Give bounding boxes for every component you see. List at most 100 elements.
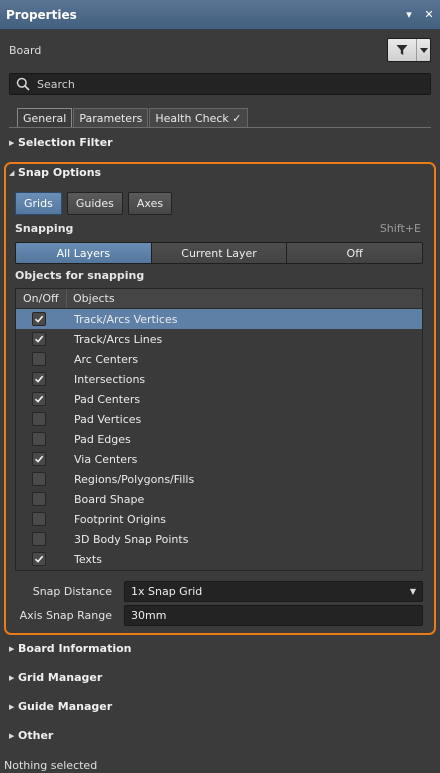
table-row[interactable]: Pad Vertices [16, 409, 422, 429]
snap-object-checkbox[interactable] [32, 332, 46, 346]
checkmark-icon [34, 395, 44, 403]
tab-general[interactable]: General [17, 108, 73, 128]
current-layer-label: Current Layer [181, 246, 257, 260]
panel-title: Properties [6, 7, 77, 22]
checkmark-icon [34, 335, 44, 343]
current-layer-button[interactable]: Current Layer [151, 243, 288, 263]
axes-label: Axes [136, 197, 164, 210]
tab-strip: General Parameters Health Check ✓ [17, 108, 249, 128]
table-row[interactable]: Regions/Polygons/Fills [16, 469, 422, 489]
checkmark-icon [34, 375, 44, 383]
table-row[interactable]: Footprint Origins [16, 509, 422, 529]
checkbox-cell [16, 512, 67, 526]
checkbox-cell [16, 312, 67, 326]
search-placeholder: Search [37, 77, 75, 91]
section-guide-manager[interactable]: ▶ Guide Manager [9, 700, 112, 713]
snap-mode-tabs: Grids Guides Axes [15, 192, 177, 215]
panel-titlebar: Properties ▾ ✕ [0, 0, 440, 30]
snap-object-checkbox[interactable] [32, 352, 46, 366]
table-row[interactable]: Board Shape [16, 489, 422, 509]
section-other[interactable]: ▶ Other [9, 729, 53, 742]
snap-object-checkbox[interactable] [32, 432, 46, 446]
table-row[interactable]: Track/Arcs Lines [16, 329, 422, 349]
tab-general-label: General [23, 112, 67, 125]
snapping-shortcut: Shift+E [379, 222, 421, 235]
snapping-label: Snapping [15, 222, 74, 235]
table-row[interactable]: Track/Arcs Vertices [16, 309, 422, 329]
filter-button[interactable] [387, 38, 431, 62]
snap-distance-value: 1x Snap Grid [131, 585, 203, 598]
section-title: Guide Manager [18, 700, 113, 713]
checkbox-cell [16, 532, 67, 546]
tab-parameters[interactable]: Parameters [73, 108, 149, 128]
table-row[interactable]: Via Centers [16, 449, 422, 469]
snap-object-name: Pad Centers [74, 392, 141, 406]
column-onoff[interactable]: On/Off [16, 289, 67, 308]
snap-object-checkbox[interactable] [32, 392, 46, 406]
snap-distance-label: Snap Distance [32, 585, 112, 598]
snap-object-checkbox[interactable] [32, 512, 46, 526]
checkbox-cell [16, 472, 67, 486]
axis-snap-range-input[interactable]: 30mm [124, 605, 423, 626]
snap-distance-select[interactable]: 1x Snap Grid ▼ [124, 581, 423, 602]
tab-parameters-label: Parameters [79, 112, 143, 125]
snap-object-name: Pad Edges [74, 432, 131, 446]
status-text: Nothing selected [4, 759, 98, 772]
checkmark-icon [34, 555, 44, 563]
chevron-down-icon[interactable] [417, 39, 430, 61]
section-title: Grid Manager [18, 671, 103, 684]
snap-object-checkbox[interactable] [32, 472, 46, 486]
table-row[interactable]: Texts [16, 549, 422, 569]
section-selection-filter[interactable]: ▶ Selection Filter [9, 136, 113, 149]
search-input[interactable]: Search [9, 73, 431, 95]
column-objects[interactable]: Objects [67, 289, 115, 308]
checkbox-cell [16, 372, 67, 386]
table-row[interactable]: 3D Body Snap Points [16, 529, 422, 549]
checkbox-cell [16, 452, 67, 466]
snapping-layer-selector: All Layers Current Layer Off [15, 242, 423, 264]
checkbox-cell [16, 352, 67, 366]
snap-object-name: Via Centers [74, 452, 138, 466]
snap-object-checkbox[interactable] [32, 372, 46, 386]
section-board-information[interactable]: ▶ Board Information [9, 642, 132, 655]
checkbox-cell [16, 392, 67, 406]
table-row[interactable]: Pad Edges [16, 429, 422, 449]
collapse-icon: ◢ [9, 168, 15, 177]
snap-object-checkbox[interactable] [32, 552, 46, 566]
chevron-down-icon: ▼ [409, 587, 416, 596]
grids-button[interactable]: Grids [15, 192, 62, 215]
section-snap-options[interactable]: ◢ Snap Options [9, 166, 101, 179]
expand-icon: ▶ [9, 673, 15, 682]
axis-snap-range-value: 30mm [131, 609, 167, 622]
snap-object-name: Texts [74, 552, 102, 566]
grid-header: On/Off Objects [16, 289, 422, 309]
tab-health-check[interactable]: Health Check ✓ [149, 108, 248, 128]
section-grid-manager[interactable]: ▶ Grid Manager [9, 671, 102, 684]
guides-label: Guides [75, 197, 114, 210]
section-title: Snap Options [18, 166, 102, 179]
table-row[interactable]: Arc Centers [16, 349, 422, 369]
search-icon [16, 77, 30, 91]
checkbox-cell [16, 332, 67, 346]
close-icon[interactable]: ✕ [424, 8, 434, 21]
grids-label: Grids [24, 197, 53, 210]
expand-icon: ▶ [9, 644, 15, 653]
snap-object-checkbox[interactable] [32, 312, 46, 326]
all-layers-button[interactable]: All Layers [16, 243, 152, 263]
checkbox-cell [16, 492, 67, 506]
tab-health-check-label: Health Check ✓ [155, 112, 242, 125]
axes-button[interactable]: Axes [127, 192, 173, 215]
table-row[interactable]: Intersections [16, 369, 422, 389]
all-layers-label: All Layers [56, 246, 111, 260]
snap-object-checkbox[interactable] [32, 452, 46, 466]
grid-body: Track/Arcs Vertices Track/Arcs Lines Arc C… [16, 309, 422, 569]
tab-divider [9, 127, 431, 128]
snapping-off-button[interactable]: Off [287, 243, 422, 263]
guides-button[interactable]: Guides [66, 192, 123, 215]
snap-object-checkbox[interactable] [32, 492, 46, 506]
panel-menu-icon[interactable]: ▾ [404, 8, 414, 21]
snap-object-checkbox[interactable] [32, 532, 46, 546]
snapping-off-label: Off [346, 246, 363, 260]
snap-object-checkbox[interactable] [32, 412, 46, 426]
table-row[interactable]: Pad Centers [16, 389, 422, 409]
